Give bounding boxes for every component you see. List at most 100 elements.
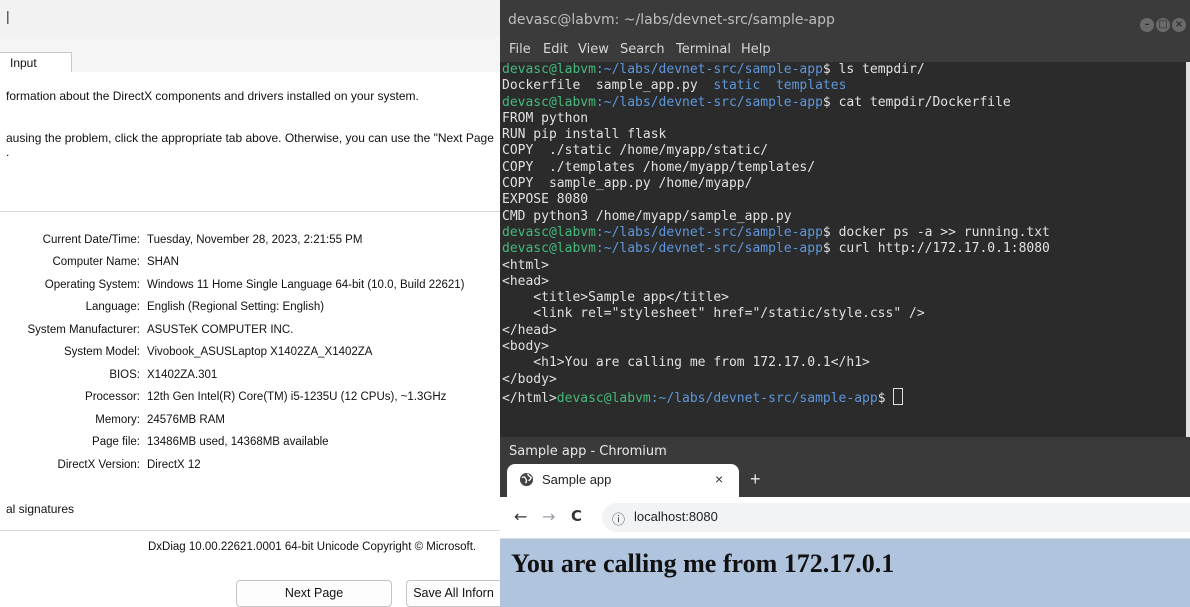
divider: [0, 530, 500, 531]
dxdiag-window: | Input formation about the DirectX comp…: [0, 0, 500, 607]
info-label: Memory:: [95, 414, 140, 426]
terminal-menubar: File Edit View Search Terminal Help: [500, 40, 1190, 62]
forward-arrow-icon[interactable]: →: [542, 507, 555, 526]
info-row-page-file: Page file: 13486MB used, 14368MB availab…: [0, 436, 500, 458]
address-bar[interactable]: ⓘ localhost:8080: [602, 503, 1190, 532]
info-label: Computer Name:: [52, 256, 140, 268]
terminal-line: COPY ./templates /home/myapp/templates/: [502, 159, 816, 175]
info-row-bios: BIOS: X1402ZA.301: [0, 369, 500, 391]
next-page-button[interactable]: Next Page: [236, 580, 392, 607]
info-row-language: Language: English (Regional Setting: Eng…: [0, 301, 500, 323]
info-value: 13486MB used, 14368MB available: [147, 436, 329, 448]
tab-title: Sample app: [542, 472, 612, 487]
browser-titlebar: Sample app - Chromium: [500, 437, 1190, 464]
dxdiag-help-line-2: .: [6, 145, 10, 159]
terminal-titlebar: devasc@labvm: ~/labs/devnet-src/sample-a…: [500, 0, 1190, 40]
terminal-line: devasc@labvm:~/labs/devnet-src/sample-ap…: [502, 241, 1050, 257]
browser-tab-strip: Sample app × +: [500, 464, 1190, 497]
terminal-line: <body>: [502, 339, 549, 355]
menu-help[interactable]: Help: [741, 42, 771, 57]
reload-icon[interactable]: C: [571, 507, 582, 525]
new-tab-button[interactable]: +: [750, 469, 761, 490]
info-icon[interactable]: ⓘ: [612, 509, 625, 528]
browser-window-title: Sample app - Chromium: [509, 444, 667, 459]
terminal-cursor: [893, 387, 904, 405]
terminal-line: </html>devasc@labvm:~/labs/devnet-src/sa…: [502, 387, 1186, 406]
dxdiag-content: formation about the DirectX components a…: [0, 72, 500, 607]
info-row-date: Current Date/Time: Tuesday, November 28,…: [0, 234, 500, 256]
url-text[interactable]: localhost:8080: [634, 509, 718, 524]
info-row-model: System Model: Vivobook_ASUSLaptop X1402Z…: [0, 346, 500, 368]
dxdiag-intro-text: formation about the DirectX components a…: [6, 89, 419, 103]
browser-toolbar: ← → C ⓘ localhost:8080: [500, 497, 1190, 539]
close-icon[interactable]: ×: [1172, 18, 1186, 32]
digital-signatures-checkbox-label[interactable]: al signatures: [6, 502, 74, 516]
browser-viewport: You are calling me from 172.17.0.1: [500, 539, 1190, 607]
back-arrow-icon[interactable]: ←: [514, 507, 527, 526]
tab-input[interactable]: Input: [0, 52, 72, 72]
info-label: System Manufacturer:: [27, 324, 140, 336]
info-value: DirectX 12: [147, 459, 201, 471]
info-row-processor: Processor: 12th Gen Intel(R) Core(TM) i5…: [0, 391, 500, 413]
tab-sample-app[interactable]: Sample app ×: [507, 464, 739, 497]
info-label: DirectX Version:: [57, 459, 140, 471]
info-value: X1402ZA.301: [147, 369, 218, 381]
info-value: 24576MB RAM: [147, 414, 225, 426]
menu-terminal[interactable]: Terminal: [676, 42, 731, 57]
dxdiag-help-line-1: ausing the problem, click the appropriat…: [6, 131, 494, 145]
menu-file[interactable]: File: [509, 42, 531, 57]
terminal-line: </body>: [502, 371, 557, 387]
info-label: Operating System:: [44, 279, 140, 291]
menu-search[interactable]: Search: [620, 42, 665, 57]
terminal-line: <title>Sample app</title>: [502, 290, 729, 306]
terminal-line: EXPOSE 8080: [502, 192, 589, 208]
info-value: English (Regional Setting: English): [147, 301, 325, 313]
info-value: SHAN: [147, 256, 179, 268]
dxdiag-title-fragment: |: [6, 8, 10, 24]
page-heading: You are calling me from 172.17.0.1: [511, 549, 895, 578]
terminal-line: Dockerfile sample_app.py static template…: [502, 78, 847, 94]
info-label: Language:: [85, 301, 140, 313]
info-row-os: Operating System: Windows 11 Home Single…: [0, 279, 500, 301]
globe-icon: [519, 472, 534, 490]
terminal-line: <link rel="stylesheet" href="/static/sty…: [502, 306, 925, 322]
menu-edit[interactable]: Edit: [543, 42, 568, 57]
save-all-information-button[interactable]: Save All Inforn: [406, 580, 500, 607]
terminal-line: RUN pip install flask: [502, 127, 667, 143]
terminal-line: COPY ./static /home/myapp/static/: [502, 143, 769, 159]
terminal-line: <html>: [502, 257, 549, 273]
info-row-manufacturer: System Manufacturer: ASUSTeK COMPUTER IN…: [0, 324, 500, 346]
info-row-memory: Memory: 24576MB RAM: [0, 414, 500, 436]
info-label: Page file:: [92, 436, 140, 448]
terminal-line: COPY sample_app.py /home/myapp/: [502, 176, 753, 192]
info-label: System Model:: [63, 346, 140, 358]
terminal-line: devasc@labvm:~/labs/devnet-src/sample-ap…: [502, 94, 1011, 110]
close-tab-icon[interactable]: ×: [715, 471, 723, 487]
info-value: Tuesday, November 28, 2023, 2:21:55 PM: [147, 234, 363, 246]
divider: [0, 211, 500, 212]
info-value: Windows 11 Home Single Language 64-bit (…: [147, 279, 465, 291]
terminal-line: FROM python: [502, 110, 589, 126]
terminal-line: CMD python3 /home/myapp/sample_app.py: [502, 208, 792, 224]
info-label: BIOS:: [109, 369, 140, 381]
chromium-window: Sample app - Chromium Sample app × + ← →…: [500, 437, 1190, 607]
info-value: ASUSTeK COMPUTER INC.: [147, 324, 294, 336]
dxdiag-tab-strip: Input: [0, 36, 500, 72]
terminal-scrollbar[interactable]: [1186, 62, 1190, 437]
dxdiag-footer-text: DxDiag 10.00.22621.0001 64-bit Unicode C…: [148, 541, 477, 553]
terminal-window[interactable]: devasc@labvm: ~/labs/devnet-src/sample-a…: [500, 0, 1190, 437]
info-row-directx-version: DirectX Version: DirectX 12: [0, 459, 500, 481]
terminal-output[interactable]: devasc@labvm:~/labs/devnet-src/sample-ap…: [500, 62, 1186, 437]
info-value: 12th Gen Intel(R) Core(TM) i5-1235U (12 …: [147, 391, 447, 403]
terminal-line: devasc@labvm:~/labs/devnet-src/sample-ap…: [502, 62, 925, 77]
terminal-title: devasc@labvm: ~/labs/devnet-src/sample-a…: [508, 12, 835, 28]
terminal-line: devasc@labvm:~/labs/devnet-src/sample-ap…: [502, 224, 1050, 240]
dxdiag-titlebar: |: [0, 0, 500, 36]
info-label: Current Date/Time:: [42, 234, 140, 246]
info-label: Processor:: [85, 391, 140, 403]
minimize-icon[interactable]: –: [1140, 18, 1154, 32]
terminal-line: <head>: [502, 273, 549, 289]
menu-view[interactable]: View: [578, 42, 609, 57]
info-row-computer-name: Computer Name: SHAN: [0, 256, 500, 278]
maximize-icon[interactable]: □: [1156, 18, 1170, 32]
